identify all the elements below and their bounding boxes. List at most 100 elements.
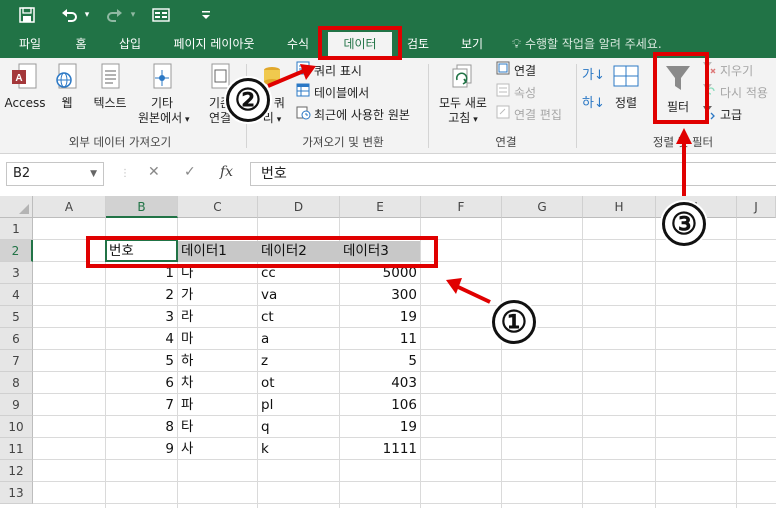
text-file-icon [97, 62, 123, 96]
insert-function-icon[interactable]: fx [220, 164, 233, 180]
sort-button[interactable]: 정렬 [610, 62, 642, 111]
table-cell[interactable]: 가 [178, 284, 257, 306]
select-all-corner[interactable] [0, 196, 33, 218]
table-cell[interactable]: 7 [106, 394, 177, 416]
tab-file[interactable]: 파일 [8, 30, 52, 58]
tab-home[interactable]: 홈 [66, 30, 96, 58]
row-header-11[interactable]: 11 [0, 438, 33, 460]
table-cell[interactable]: 1111 [340, 438, 420, 460]
row-header-10[interactable]: 10 [0, 416, 33, 438]
sort-a-z-icon: 가↓ [582, 68, 605, 83]
table-cell[interactable]: k [258, 438, 339, 460]
row-header-7[interactable]: 7 [0, 350, 33, 372]
row-header-9[interactable]: 9 [0, 394, 33, 416]
table-cell[interactable]: 403 [340, 372, 420, 394]
table-cell[interactable]: 8 [106, 416, 177, 438]
cancel-icon[interactable]: ✕ [148, 164, 160, 180]
column-header-a[interactable]: A [33, 196, 106, 218]
row-header-4[interactable]: 4 [0, 284, 33, 306]
web-button[interactable]: 웹 [50, 62, 84, 111]
table-cell[interactable]: 300 [340, 284, 420, 306]
table-cell[interactable]: 9 [106, 438, 177, 460]
table-cell[interactable]: 3 [106, 306, 177, 328]
tab-review[interactable]: 검토 [398, 30, 438, 58]
column-header-f[interactable]: F [421, 196, 502, 218]
formula-input[interactable]: 번호 [250, 162, 776, 186]
table-cell[interactable]: 마 [178, 328, 257, 350]
table-cell[interactable]: 2 [106, 284, 177, 306]
tab-insert[interactable]: 삽입 [108, 30, 152, 58]
table-cell[interactable]: va [258, 284, 339, 306]
table-cell[interactable]: 차 [178, 372, 257, 394]
row-header-6[interactable]: 6 [0, 328, 33, 350]
refresh-all-button[interactable]: 모두 새로 고침 ▾ [434, 62, 492, 128]
show-queries-button[interactable]: 쿼리 표시 [296, 61, 362, 81]
column-header-c[interactable]: C [178, 196, 258, 218]
column-header-g[interactable]: G [502, 196, 583, 218]
table-cell[interactable]: 파 [178, 394, 257, 416]
access-button[interactable]: A Access [4, 62, 46, 111]
column-header-b[interactable]: B [106, 196, 178, 218]
column-header-h[interactable]: H [583, 196, 656, 218]
sort-label: 정렬 [614, 96, 638, 110]
clear-filter-button[interactable]: 지우기 [702, 61, 753, 81]
sort-z-a-button[interactable]: 하↓ [582, 94, 605, 114]
undo-icon[interactable] [58, 4, 80, 26]
recent-sources-label: 최근에 사용한 원본 [314, 108, 410, 122]
redo-dropdown-icon[interactable]: ▾ [128, 4, 138, 26]
other-sources-button[interactable]: 기타 원본에서 ▾ [138, 62, 190, 128]
from-table-button[interactable]: 테이블에서 [296, 83, 369, 103]
table-cell[interactable]: ct [258, 306, 339, 328]
recent-sources-button[interactable]: 최근에 사용한 원본 [296, 105, 410, 125]
row-header-1[interactable]: 1 [0, 218, 33, 240]
table-cell[interactable]: q [258, 416, 339, 438]
redo-icon[interactable] [104, 4, 126, 26]
table-cell[interactable]: 타 [178, 416, 257, 438]
row-header-2[interactable]: 2 [0, 240, 33, 262]
table-cell[interactable]: 5 [106, 350, 177, 372]
reapply-filter-button[interactable]: 다시 적용 [702, 83, 768, 103]
row-header-13[interactable]: 13 [0, 482, 33, 504]
name-box[interactable]: B2 ▼ [6, 162, 104, 186]
chevron-down-icon[interactable]: ▼ [90, 163, 97, 185]
properties-button[interactable]: 속성 [496, 83, 536, 103]
column-header-e[interactable]: E [340, 196, 421, 218]
customize-qat-icon[interactable] [198, 4, 214, 26]
tab-page-layout[interactable]: 페이지 레이아웃 [164, 30, 264, 58]
undo-dropdown-icon[interactable]: ▾ [82, 4, 92, 26]
edit-links-button[interactable]: 연결 편집 [496, 105, 562, 125]
table-cell[interactable]: 라 [178, 306, 257, 328]
table-cell[interactable]: 106 [340, 394, 420, 416]
enter-icon[interactable]: ✓ [184, 164, 196, 180]
save-icon[interactable] [16, 4, 38, 26]
table-cell[interactable]: ot [258, 372, 339, 394]
form-icon[interactable] [150, 4, 172, 26]
row-header-12[interactable]: 12 [0, 460, 33, 482]
select-all-triangle [19, 204, 29, 214]
tab-formulas[interactable]: 수식 [278, 30, 318, 58]
table-cell[interactable]: 11 [340, 328, 420, 350]
column-header-j[interactable]: J [737, 196, 776, 218]
table-cell[interactable]: 4 [106, 328, 177, 350]
table-cell[interactable]: 하 [178, 350, 257, 372]
column-header-d[interactable]: D [258, 196, 340, 218]
table-cell[interactable]: z [258, 350, 339, 372]
table-cell[interactable]: 사 [178, 438, 257, 460]
table-cell[interactable]: 19 [340, 416, 420, 438]
row-header-5[interactable]: 5 [0, 306, 33, 328]
text-button[interactable]: 텍스트 [88, 62, 132, 111]
tell-me-text: 수행할 작업을 알려 주세요. [524, 37, 662, 51]
table-cell[interactable]: 5 [340, 350, 420, 372]
table-cell[interactable]: pl [258, 394, 339, 416]
table-cell[interactable]: a [258, 328, 339, 350]
connections-button[interactable]: 연결 [496, 61, 536, 81]
sort-a-z-button[interactable]: 가↓ [582, 66, 605, 86]
table-cell[interactable]: 6 [106, 372, 177, 394]
table-cell[interactable]: 19 [340, 306, 420, 328]
tell-me-box[interactable]: 💡︎ 수행할 작업을 알려 주세요. [512, 30, 662, 58]
tab-view[interactable]: 보기 [452, 30, 492, 58]
row-header-3[interactable]: 3 [0, 262, 33, 284]
external-group-label: 외부 데이터 가져오기 [68, 135, 172, 149]
row-header-8[interactable]: 8 [0, 372, 33, 394]
annotation-one: ① [492, 300, 536, 344]
